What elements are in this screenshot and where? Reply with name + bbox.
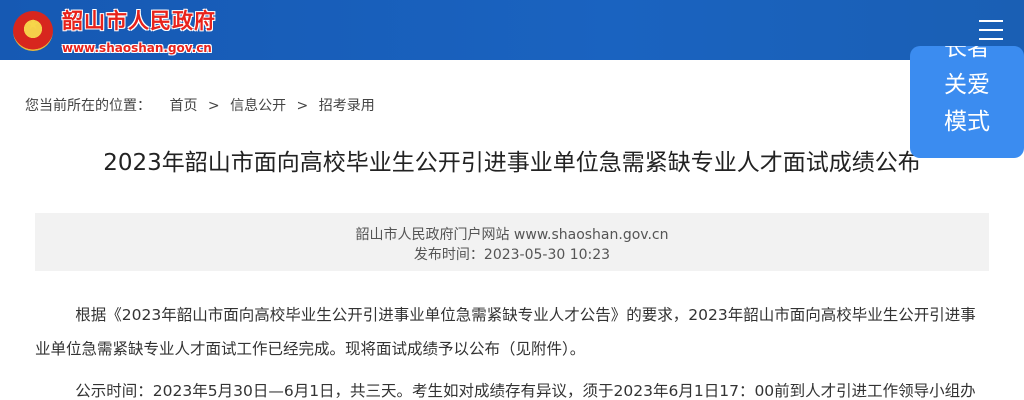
breadcrumb-separator: > bbox=[207, 98, 220, 114]
breadcrumb-home-link[interactable]: 首页 bbox=[169, 98, 197, 114]
article-paragraph: 公示时间：2023年5月30日—6月1日，共三天。考生如对成绩存有异议，须于20… bbox=[75, 382, 976, 400]
breadcrumb-label: 您当前所在的位置： bbox=[25, 98, 151, 114]
article-title: 2023年韶山市面向高校毕业生公开引进事业单位急需紧缺专业人才面试成绩公布 bbox=[103, 150, 921, 176]
site-domain[interactable]: www.shaoshan.gov.cn bbox=[62, 40, 212, 56]
site-header: ★ 韶山市人民政府 www.shaoshan.gov.cn bbox=[0, 0, 1024, 60]
breadcrumb-recruit-link[interactable]: 招考录用 bbox=[319, 98, 375, 114]
breadcrumb: 您当前所在的位置： 首页 > 信息公开 > 招考录用 bbox=[25, 96, 375, 116]
care-mode-line: 长者 bbox=[944, 46, 990, 61]
care-mode-line: 模式 bbox=[944, 109, 990, 135]
hamburger-menu-icon[interactable] bbox=[974, 18, 1008, 44]
star-icon: ★ bbox=[26, 17, 40, 33]
care-mode-line: 关爱 bbox=[944, 72, 990, 98]
menu-line bbox=[979, 38, 1003, 40]
site-name[interactable]: 韶山市人民政府 bbox=[62, 8, 216, 34]
article-meta: 韶山市人民政府门户网站 www.shaoshan.gov.cn 发布时间：202… bbox=[35, 213, 989, 271]
menu-line bbox=[979, 20, 1003, 22]
publish-label: 发布时间： bbox=[413, 247, 484, 263]
national-emblem-icon[interactable]: ★ bbox=[13, 11, 53, 51]
elderly-care-mode-button[interactable]: 长者 关爱 模式 bbox=[910, 46, 1024, 158]
article-source: 韶山市人民政府门户网站 www.shaoshan.gov.cn bbox=[355, 227, 669, 243]
menu-line bbox=[979, 29, 1003, 31]
breadcrumb-info-link[interactable]: 信息公开 bbox=[230, 98, 286, 114]
article-publish-time-row: 发布时间：2023-05-30 10:23 bbox=[35, 245, 989, 265]
publish-time: 2023-05-30 10:23 bbox=[483, 247, 611, 263]
article-content: 根据《2023年韶山市面向高校毕业生公开引进事业单位急需紧缺专业人才公告》的要求… bbox=[35, 298, 989, 400]
breadcrumb-separator: > bbox=[296, 98, 309, 114]
article-paragraph: 根据《2023年韶山市面向高校毕业生公开引进事业单位急需紧缺专业人才公告》的要求… bbox=[35, 306, 976, 358]
